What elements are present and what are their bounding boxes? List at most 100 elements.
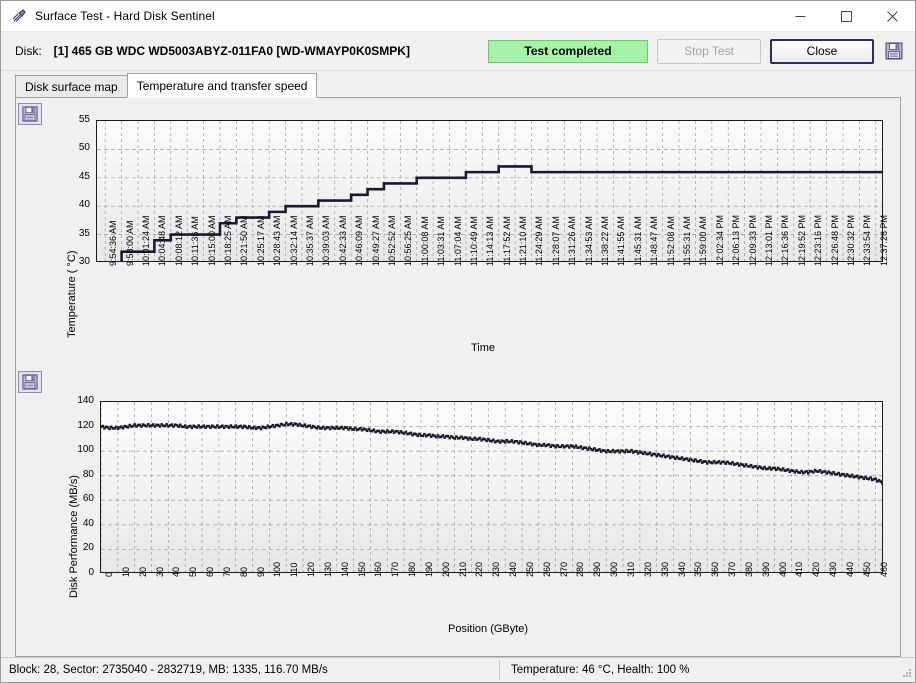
close-button[interactable] [869,1,915,32]
temperature-y-tick-label: 55 [78,114,90,125]
temperature-x-tick-label: 12:23:16 PM [813,214,824,266]
performance-x-tick-label: 420 [811,561,822,577]
performance-y-tick-label: 120 [77,419,94,431]
temperature-x-tick-label: 11:17:52 AM [501,216,512,266]
temperature-x-tick-label: 11:03:31 AM [436,216,447,266]
performance-x-tick-label: 160 [373,561,384,577]
performance-x-tick-label: 390 [760,561,771,577]
performance-x-tick-label: 270 [558,561,569,577]
temperature-x-tick-label: 10:15:00 AM [206,215,217,266]
temperature-x-tick-label: 10:18:25 AM [222,215,233,266]
disk-toolbar: Disk: [1] 465 GB WDC WD5003ABYZ-011FA0 [… [1,32,915,71]
performance-x-tick-label: 60 [205,566,216,577]
resize-grip[interactable] [900,667,912,679]
performance-x-tick-label: 190 [423,561,434,577]
performance-x-tick-label: 100 [272,561,283,577]
status-badge: Test completed [488,39,648,63]
temperature-x-tick-label: 10:42:33 AM [337,215,348,266]
tab-disk-surface-map[interactable]: Disk surface map [15,75,128,98]
performance-x-tick-label: 460 [878,561,889,577]
performance-x-tick-label: 410 [794,561,805,577]
performance-y-tick-label: 60 [82,493,94,505]
disk-label: Disk: [15,44,42,58]
temperature-x-tick-label: 11:24:29 AM [534,216,545,266]
performance-x-tick-label: 300 [609,561,620,577]
temperature-x-tick-label: 11:48:47 AM [649,216,660,266]
window-title: Surface Test - Hard Disk Sentinel [35,9,215,23]
performance-x-tick-label: 130 [322,561,333,577]
temperature-x-tick-label: 9:54:36 AM [108,220,119,266]
performance-x-tick-label: 90 [255,566,266,577]
temperature-x-tick-label: 11:55:31 AM [682,216,693,266]
temperature-x-tick-label: 10:25:17 AM [255,215,266,266]
temperature-x-tick-label: 10:32:14 AM [288,215,299,266]
temperature-x-tick-label: 10:28:43 AM [272,215,283,266]
temperature-x-tick-label: 12:26:48 PM [829,214,840,266]
temperature-x-tick-label: 11:45:31 AM [632,216,643,266]
save-report-button[interactable] [883,40,905,62]
performance-x-tick-label: 30 [154,566,165,577]
performance-x-tick-label: 280 [575,561,586,577]
performance-x-tick-label: 80 [238,566,249,577]
temperature-x-tick-label: 10:21:50 AM [239,215,250,266]
status-block-info: Block: 28, Sector: 2735040 - 2832719, MB… [9,664,328,676]
temperature-y-tick-label: 50 [78,142,90,154]
performance-x-tick-label: 150 [356,561,367,577]
stop-test-button[interactable]: Stop Test [657,38,761,64]
performance-x-tick-label: 200 [440,561,451,577]
performance-x-tick-label: 260 [541,561,552,577]
performance-x-tick-label: 120 [306,561,317,577]
maximize-button[interactable] [823,1,869,32]
tab-temperature-and-transfer-speed[interactable]: Temperature and transfer speed [126,73,318,98]
temperature-chart: Temperature ( °C) 30 35 40 45 50 55 9:54:36 A… [16,98,900,366]
performance-x-tick-label: 140 [339,561,350,577]
temperature-x-tick-label: 10:56:25 AM [403,215,414,266]
temperature-x-tick-label: 11:52:08 AM [665,216,676,266]
performance-x-tick-label: 450 [861,561,872,577]
temperature-x-tick-label: 12:09:33 PM [747,214,758,266]
temperature-x-tick-label: 12:02:34 PM [714,214,725,266]
maximize-icon [840,10,852,22]
performance-x-tick-label: 320 [642,561,653,577]
temperature-x-tick-label: 11:21:10 AM [518,216,529,266]
floppy-save-icon [22,374,38,390]
performance-x-tick-label: 40 [171,566,182,577]
temperature-x-tick-label: 12:33:54 PM [862,214,873,266]
temperature-x-tick-label: 11:10:49 AM [468,216,479,266]
temperature-x-tick-label: 12:19:52 PM [796,214,807,266]
performance-x-tick-label: 360 [710,561,721,577]
floppy-save-icon [22,106,38,122]
close-icon [886,10,898,22]
performance-x-tick-label: 250 [524,561,535,577]
temperature-y-tick-label: 30 [78,256,90,267]
performance-y-tick-label: 140 [77,395,94,406]
temperature-x-axis-label: Time [471,342,496,354]
temperature-y-tick-label: 40 [78,199,90,211]
performance-x-tick-label: 70 [221,566,232,577]
performance-y-tick-label: 80 [82,468,94,480]
temperature-x-tick-label: 12:06:13 PM [731,214,742,266]
temperature-x-tick-label: 11:34:53 AM [583,216,594,266]
performance-x-tick-label: 180 [407,561,418,577]
surface-test-icon [11,8,27,24]
performance-x-tick-label: 10 [120,566,131,577]
temperature-x-tick-label: 11:28:07 AM [550,216,561,266]
temperature-x-tick-label: 10:52:52 AM [386,215,397,266]
performance-x-tick-label: 440 [844,561,855,577]
charts-panel: Temperature ( °C) 30 35 40 45 50 55 9:54:36 A… [15,98,901,657]
temperature-x-tick-label: 11:59:00 AM [698,216,709,266]
title-bar: Surface Test - Hard Disk Sentinel [1,1,915,32]
floppy-save-icon [885,42,903,60]
temperature-x-tick-label: 11:00:08 AM [419,216,430,266]
save-performance-chart-button[interactable] [18,371,42,393]
performance-x-tick-label: 330 [659,561,670,577]
minimize-button[interactable] [777,1,823,32]
save-temperature-chart-button[interactable] [18,103,42,125]
tab-strip: Disk surface map Temperature and transfe… [1,71,915,98]
temperature-x-tick-label: 11:41:55 AM [616,216,627,266]
performance-x-tick-label: 230 [491,561,502,577]
performance-x-tick-label: 400 [777,561,788,577]
close-dialog-button[interactable]: Close [770,38,874,64]
temperature-x-tick-label: 12:30:32 PM [846,214,856,266]
performance-x-tick-label: 340 [676,561,687,577]
